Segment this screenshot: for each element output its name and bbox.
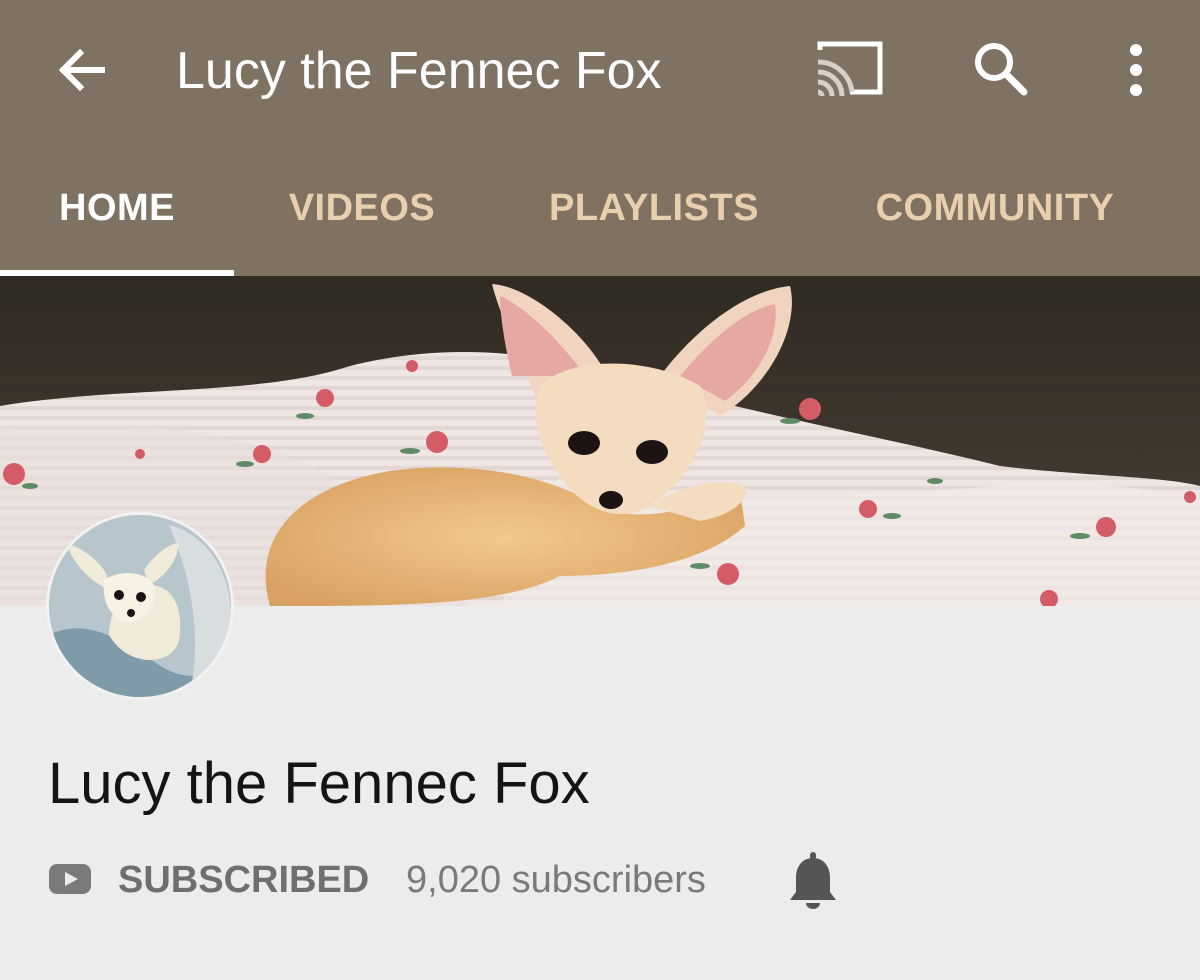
tab-home[interactable]: HOME — [0, 140, 234, 276]
channel-avatar[interactable] — [46, 512, 234, 700]
more-options-button[interactable] — [1116, 40, 1156, 100]
channel-title: Lucy the Fennec Fox — [176, 42, 662, 100]
channel-name: Lucy the Fennec Fox — [48, 751, 590, 816]
notifications-button[interactable] — [786, 850, 840, 912]
search-button[interactable] — [970, 38, 1034, 102]
search-icon — [975, 43, 1028, 96]
youtube-play-icon — [49, 864, 91, 894]
tab-videos[interactable]: VIDEOS — [260, 140, 464, 276]
top-toolbar: Lucy the Fennec Fox — [0, 0, 1200, 140]
avatar-image — [49, 515, 231, 697]
cast-button[interactable] — [812, 36, 888, 100]
subscription-row: SUBSCRIBED 9,020 subscribers — [48, 850, 1148, 910]
subscriber-count: 9,020 subscribers — [406, 859, 706, 901]
back-button[interactable] — [52, 40, 112, 100]
tab-community[interactable]: COMMUNITY — [850, 140, 1140, 276]
more-vert-icon — [1130, 44, 1142, 96]
subscribed-button[interactable]: SUBSCRIBED — [118, 850, 369, 910]
bell-icon — [790, 852, 836, 909]
channel-tabs: HOME VIDEOS PLAYLISTS COMMUNITY — [0, 140, 1200, 416]
app-bar: Lucy the Fennec Fox HOME VIDEOS PLAYLIST… — [0, 0, 1200, 416]
arrow-back-icon — [58, 48, 105, 92]
tab-playlists[interactable]: PLAYLISTS — [520, 140, 788, 276]
cast-icon — [817, 41, 883, 97]
